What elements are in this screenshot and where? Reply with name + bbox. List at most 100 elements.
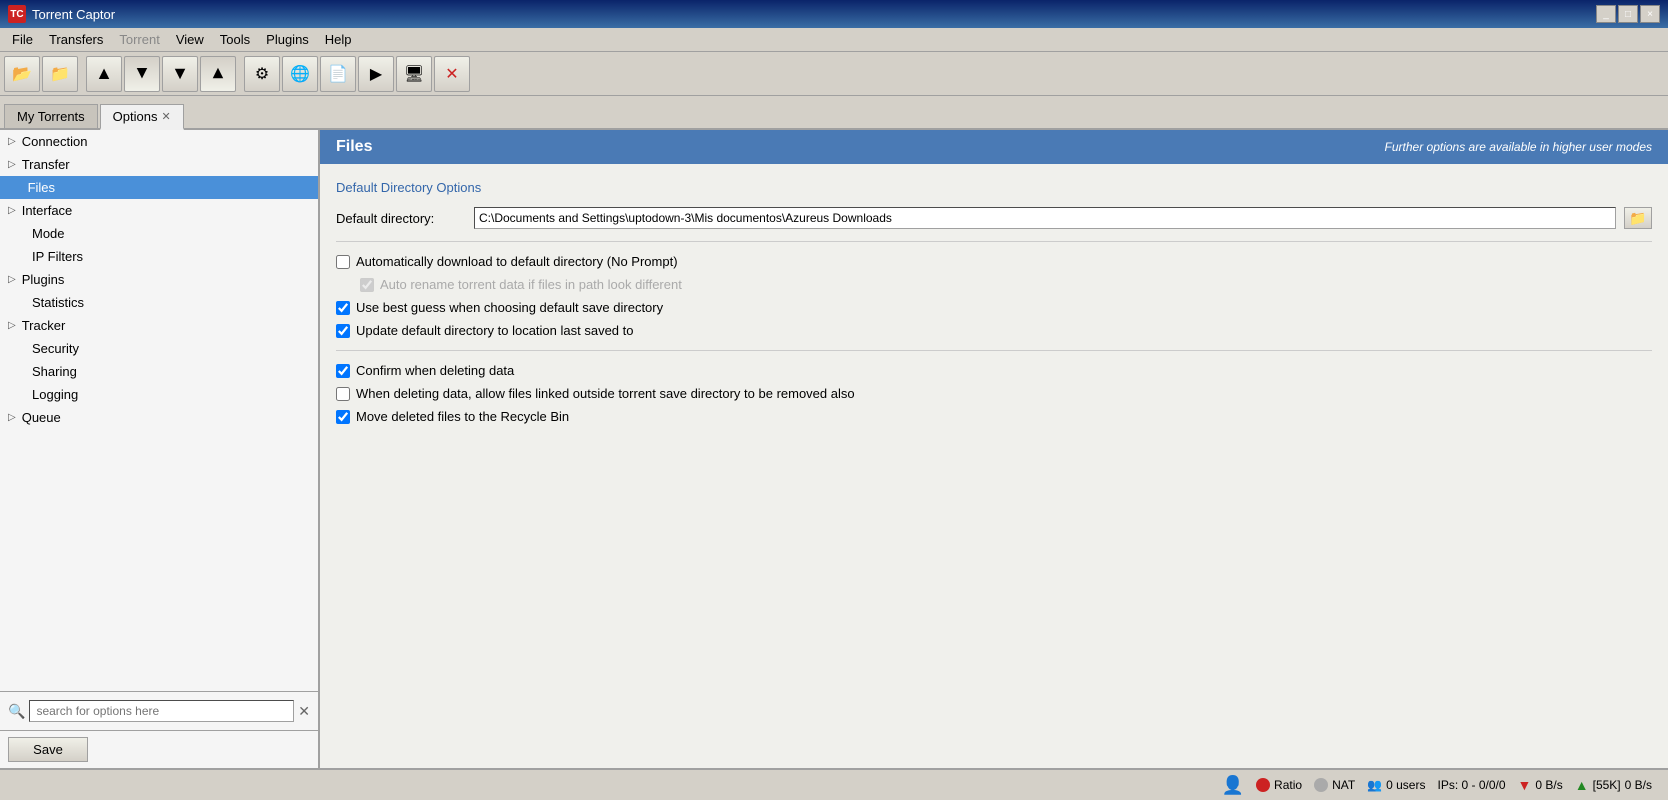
menu-bar: File Transfers Torrent View Tools Plugin… bbox=[0, 28, 1668, 52]
sidebar-item-mode[interactable]: Mode bbox=[0, 222, 318, 245]
default-directory-row: Default directory: 📁 bbox=[336, 207, 1652, 229]
sidebar-search-area: 🔍 ✕ bbox=[0, 691, 318, 730]
section-title: Default Directory Options bbox=[336, 180, 1652, 195]
sidebar-item-connection[interactable]: ▷ Connection bbox=[0, 130, 318, 153]
sidebar-item-logging[interactable]: Logging bbox=[0, 383, 318, 406]
up-arrow-icon: ▲ bbox=[1575, 777, 1589, 793]
ratio-label: Ratio bbox=[1274, 778, 1302, 792]
app-logo: TC bbox=[8, 5, 26, 23]
upload2-btn[interactable]: ▲ bbox=[124, 56, 160, 92]
update-directory-checkbox[interactable] bbox=[336, 324, 350, 338]
auto-rename-checkbox bbox=[360, 278, 374, 292]
arrow-icon: ▷ bbox=[8, 320, 16, 331]
sidebar-item-label: Plugins bbox=[22, 272, 65, 287]
sidebar-item-statistics[interactable]: Statistics bbox=[0, 291, 318, 314]
screen-btn[interactable]: 🖥 bbox=[396, 56, 432, 92]
recycle-bin-checkbox[interactable] bbox=[336, 410, 350, 424]
sidebar-item-tracker[interactable]: ▷ Tracker bbox=[0, 314, 318, 337]
checkbox-row-4: Update default directory to location las… bbox=[336, 323, 1652, 338]
menu-plugins[interactable]: Plugins bbox=[258, 30, 317, 49]
sidebar-item-files[interactable]: Files bbox=[0, 176, 318, 199]
allow-linked-files-label: When deleting data, allow files linked o… bbox=[356, 386, 855, 401]
status-person-icon: 👤 bbox=[1222, 775, 1244, 796]
sidebar-item-label: Statistics bbox=[32, 295, 84, 310]
tab-my-torrents[interactable]: My Torrents bbox=[4, 104, 98, 128]
directory-label: Default directory: bbox=[336, 211, 466, 226]
sidebar-item-sharing[interactable]: Sharing bbox=[0, 360, 318, 383]
sidebar-item-label: Files bbox=[28, 180, 55, 195]
upload-btn[interactable]: ▲ bbox=[86, 56, 122, 92]
down-speed: 0 B/s bbox=[1535, 778, 1562, 792]
tab-bar: My Torrents Options ✕ bbox=[0, 96, 1668, 130]
status-bar: 👤 Ratio NAT 👥 0 users IPs: 0 - 0/0/0 ▼ 0… bbox=[0, 768, 1668, 800]
menu-file[interactable]: File bbox=[4, 30, 41, 49]
save-button[interactable]: Save bbox=[8, 737, 88, 762]
minimize-button[interactable]: _ bbox=[1596, 5, 1616, 23]
title-bar-buttons[interactable]: _ □ × bbox=[1596, 5, 1660, 23]
divider-2 bbox=[336, 350, 1652, 351]
settings-btn[interactable]: ⚙ bbox=[244, 56, 280, 92]
checkbox-row-2: Auto rename torrent data if files in pat… bbox=[336, 277, 1652, 292]
search-options-input[interactable] bbox=[29, 700, 294, 722]
best-guess-checkbox[interactable] bbox=[336, 301, 350, 315]
nat-dot bbox=[1314, 778, 1328, 792]
menu-transfers[interactable]: Transfers bbox=[41, 30, 111, 49]
close-window-button[interactable]: × bbox=[1640, 5, 1660, 23]
update-directory-label: Update default directory to location las… bbox=[356, 323, 634, 338]
up-limit: [55K] bbox=[1593, 778, 1621, 792]
auto-download-label: Automatically download to default direct… bbox=[356, 254, 678, 269]
search-icon: 🔍 bbox=[8, 703, 25, 720]
sidebar-item-security[interactable]: Security bbox=[0, 337, 318, 360]
checkbox-row-5: Confirm when deleting data bbox=[336, 363, 1652, 378]
tab-options-label: Options bbox=[113, 109, 158, 124]
toolbar: 📂 📁 ▲ ▲ ▼ ▼ ⚙ 🌐 📄 ▶ 🖥 ✕ bbox=[0, 52, 1668, 96]
down-arrow-icon: ▼ bbox=[1518, 777, 1532, 793]
title-bar: TC Torrent Captor _ □ × bbox=[0, 0, 1668, 28]
confirm-delete-checkbox[interactable] bbox=[336, 364, 350, 378]
menu-tools[interactable]: Tools bbox=[212, 30, 258, 49]
down-btn[interactable]: ▼ bbox=[162, 56, 198, 92]
ips-label: IPs: 0 - 0/0/0 bbox=[1437, 778, 1505, 792]
title-bar-left: TC Torrent Captor bbox=[8, 5, 115, 23]
sidebar-item-queue[interactable]: ▷ Queue bbox=[0, 406, 318, 429]
browse-button[interactable]: 📁 bbox=[1624, 207, 1652, 229]
sidebar-item-ipfilters[interactable]: IP Filters bbox=[0, 245, 318, 268]
clear-search-button[interactable]: ✕ bbox=[298, 703, 310, 720]
content-area: Files Further options are available in h… bbox=[320, 130, 1668, 768]
open-btn[interactable]: 📁 bbox=[42, 56, 78, 92]
directory-input[interactable] bbox=[474, 207, 1616, 229]
sidebar-spacer bbox=[0, 429, 318, 691]
play-btn[interactable]: ▶ bbox=[358, 56, 394, 92]
content-header: Files Further options are available in h… bbox=[320, 130, 1668, 164]
network-btn[interactable]: 🌐 bbox=[282, 56, 318, 92]
auto-download-checkbox[interactable] bbox=[336, 255, 350, 269]
sidebar-item-interface[interactable]: ▷ Interface bbox=[0, 199, 318, 222]
sidebar-item-label: Sharing bbox=[32, 364, 77, 379]
status-ratio-item: Ratio bbox=[1256, 778, 1302, 792]
users-icon: 👥 bbox=[1367, 778, 1382, 792]
tab-options[interactable]: Options ✕ bbox=[100, 104, 184, 130]
sidebar-item-label: Connection bbox=[22, 134, 88, 149]
content-body: Default Directory Options Default direct… bbox=[320, 164, 1668, 448]
save-area: Save bbox=[0, 730, 318, 768]
sidebar-item-label: Security bbox=[32, 341, 79, 356]
best-guess-label: Use best guess when choosing default sav… bbox=[356, 300, 663, 315]
allow-linked-files-checkbox[interactable] bbox=[336, 387, 350, 401]
sidebar: ▷ Connection ▷ Transfer Files ▷ Interfac… bbox=[0, 130, 320, 768]
checkbox-row-3: Use best guess when choosing default sav… bbox=[336, 300, 1652, 315]
status-ips-item: IPs: 0 - 0/0/0 bbox=[1437, 778, 1505, 792]
maximize-button[interactable]: □ bbox=[1618, 5, 1638, 23]
rename-btn[interactable]: 📄 bbox=[320, 56, 356, 92]
nat-label: NAT bbox=[1332, 778, 1355, 792]
sidebar-item-label: Logging bbox=[32, 387, 78, 402]
arrow-icon: ▷ bbox=[8, 412, 16, 423]
open-folder-btn[interactable]: 📂 bbox=[4, 56, 40, 92]
tab-options-close[interactable]: ✕ bbox=[161, 110, 170, 123]
menu-help[interactable]: Help bbox=[317, 30, 360, 49]
sidebar-item-plugins[interactable]: ▷ Plugins bbox=[0, 268, 318, 291]
close-torrent-btn[interactable]: ✕ bbox=[434, 56, 470, 92]
down2-btn[interactable]: ▼ bbox=[200, 56, 236, 92]
tab-my-torrents-label: My Torrents bbox=[17, 109, 85, 124]
sidebar-item-transfer[interactable]: ▷ Transfer bbox=[0, 153, 318, 176]
menu-view[interactable]: View bbox=[168, 30, 212, 49]
